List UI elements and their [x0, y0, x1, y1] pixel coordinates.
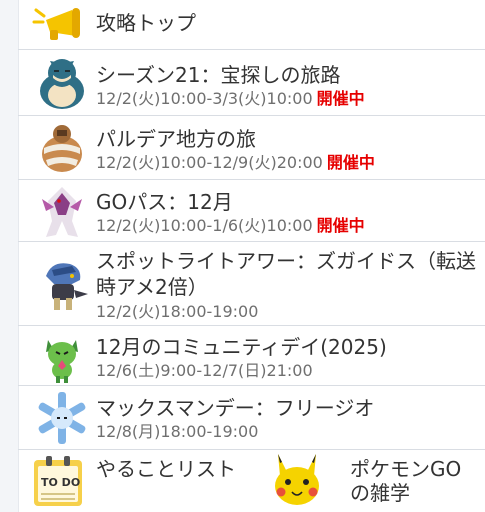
event-period: 12/2(火)10:00-12/9(火)20:00	[96, 153, 323, 172]
event-item[interactable]: マックスマンデー：フリージオ 12/8(月)18:00-19:00	[18, 386, 485, 450]
left-rail	[0, 0, 19, 512]
event-item[interactable]: パルデア地方の旅 12/2(火)10:00-12/9(火)20:00 開催中	[18, 116, 485, 180]
event-title: マックスマンデー：フリージオ	[96, 396, 375, 420]
status-badge: 開催中	[326, 153, 375, 172]
guide-list: 攻略トップ シーズン21：宝探しの旅路 12/2(火)10:00-3/3(火)1…	[18, 0, 485, 512]
event-title: スポットライトアワー：ズガイドス（転送時アメ2倍）	[96, 249, 476, 299]
page-title: 攻略トップ	[96, 11, 196, 35]
event-item[interactable]: GOパス：12月 12/2(火)10:00-1/6(火)10:00 開催中	[18, 180, 485, 242]
event-period: 12/8(月)18:00-19:00	[96, 422, 259, 441]
todo-list-label: やることリスト	[96, 457, 236, 481]
event-period: 12/2(火)18:00-19:00	[96, 302, 259, 321]
status-badge: 開催中	[316, 89, 365, 108]
svg-text:TO DO: TO DO	[41, 476, 80, 489]
event-item[interactable]: スポットライトアワー：ズガイドス（転送時アメ2倍） 12/2(火)18:00-1…	[18, 242, 485, 326]
snorlax-icon	[32, 53, 92, 113]
status-badge: 開催中	[316, 216, 365, 235]
event-title: シーズン21：宝探しの旅路	[96, 63, 341, 87]
pokemon-icon	[32, 181, 92, 241]
event-item[interactable]: 12月のコミュニティデイ(2025) 12/6(土)9:00-12/7(日)21…	[18, 326, 485, 386]
event-period: 12/6(土)9:00-12/7(日)21:00	[96, 361, 313, 380]
event-period: 12/2(火)10:00-1/6(火)10:00	[96, 216, 313, 235]
todo-list-link[interactable]: TO DO やることリスト	[18, 450, 251, 512]
cranidos-icon	[32, 254, 92, 314]
sprigatito-icon	[32, 326, 92, 386]
cryogonal-icon	[32, 388, 92, 448]
event-period: 12/2(火)10:00-3/3(火)10:00	[96, 89, 313, 108]
pokemon-icon	[32, 118, 92, 178]
trivia-link[interactable]: ポケモンGOの雑学	[270, 450, 485, 512]
megaphone-icon	[32, 6, 86, 44]
guide-top-link[interactable]: 攻略トップ	[18, 0, 485, 50]
event-title: GOパス：12月	[96, 190, 233, 214]
event-item[interactable]: シーズン21：宝探しの旅路 12/2(火)10:00-3/3(火)10:00 開催…	[18, 50, 485, 116]
todo-list-icon: TO DO	[32, 456, 84, 508]
event-title: 12月のコミュニティデイ(2025)	[96, 335, 387, 359]
pikachu-icon	[270, 452, 324, 508]
trivia-label: ポケモンGOの雑学	[350, 457, 462, 505]
event-title: パルデア地方の旅	[96, 127, 256, 151]
